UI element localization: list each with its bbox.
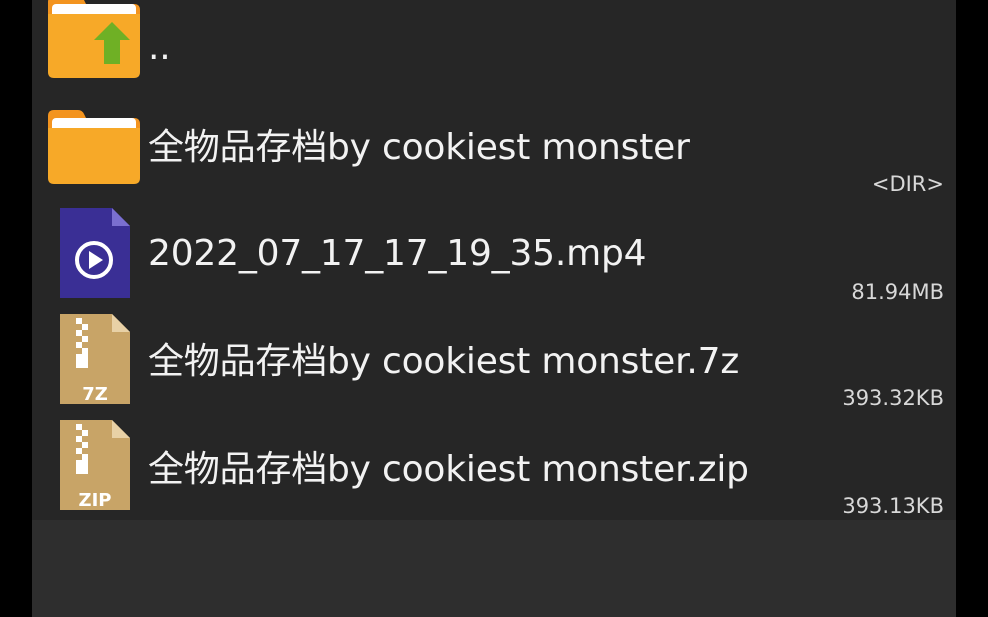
file-meta: 393.13KB <box>842 494 944 518</box>
file-name: 全物品存档by cookiest monster.zip <box>148 449 749 490</box>
file-meta: <DIR> <box>871 172 944 196</box>
file-meta: 393.32KB <box>842 386 944 410</box>
file-name: 全物品存档by cookiest monster.7z <box>148 341 740 382</box>
video-file-icon <box>60 208 130 298</box>
file-list: .. 全物品存档by cookiest monster <DIR> 2022_0… <box>32 0 956 520</box>
folder-icon <box>48 110 140 184</box>
file-name: 2022_07_17_17_19_35.mp4 <box>148 233 647 274</box>
list-item-archive-7z[interactable]: 7Z 全物品存档by cookiest monster.7z 393.32KB <box>32 312 956 418</box>
file-name: 全物品存档by cookiest monster <box>148 127 690 168</box>
file-meta: 81.94MB <box>851 280 944 304</box>
folder-up-icon <box>48 0 140 78</box>
list-item-video[interactable]: 2022_07_17_17_19_35.mp4 81.94MB <box>32 206 956 312</box>
archive-badge: ZIP <box>79 490 112 511</box>
list-item-parent-dir[interactable]: .. <box>32 0 956 106</box>
file-manager-screen: .. 全物品存档by cookiest monster <DIR> 2022_0… <box>32 0 956 617</box>
empty-list-area <box>32 520 956 617</box>
archive-7z-icon: 7Z <box>60 314 130 405</box>
archive-badge: 7Z <box>82 384 108 405</box>
list-item-archive-zip[interactable]: ZIP 全物品存档by cookiest monster.zip 393.13K… <box>32 418 956 524</box>
file-name: .. <box>148 27 171 68</box>
list-item-folder[interactable]: 全物品存档by cookiest monster <DIR> <box>32 106 956 212</box>
archive-zip-icon: ZIP <box>60 420 130 511</box>
